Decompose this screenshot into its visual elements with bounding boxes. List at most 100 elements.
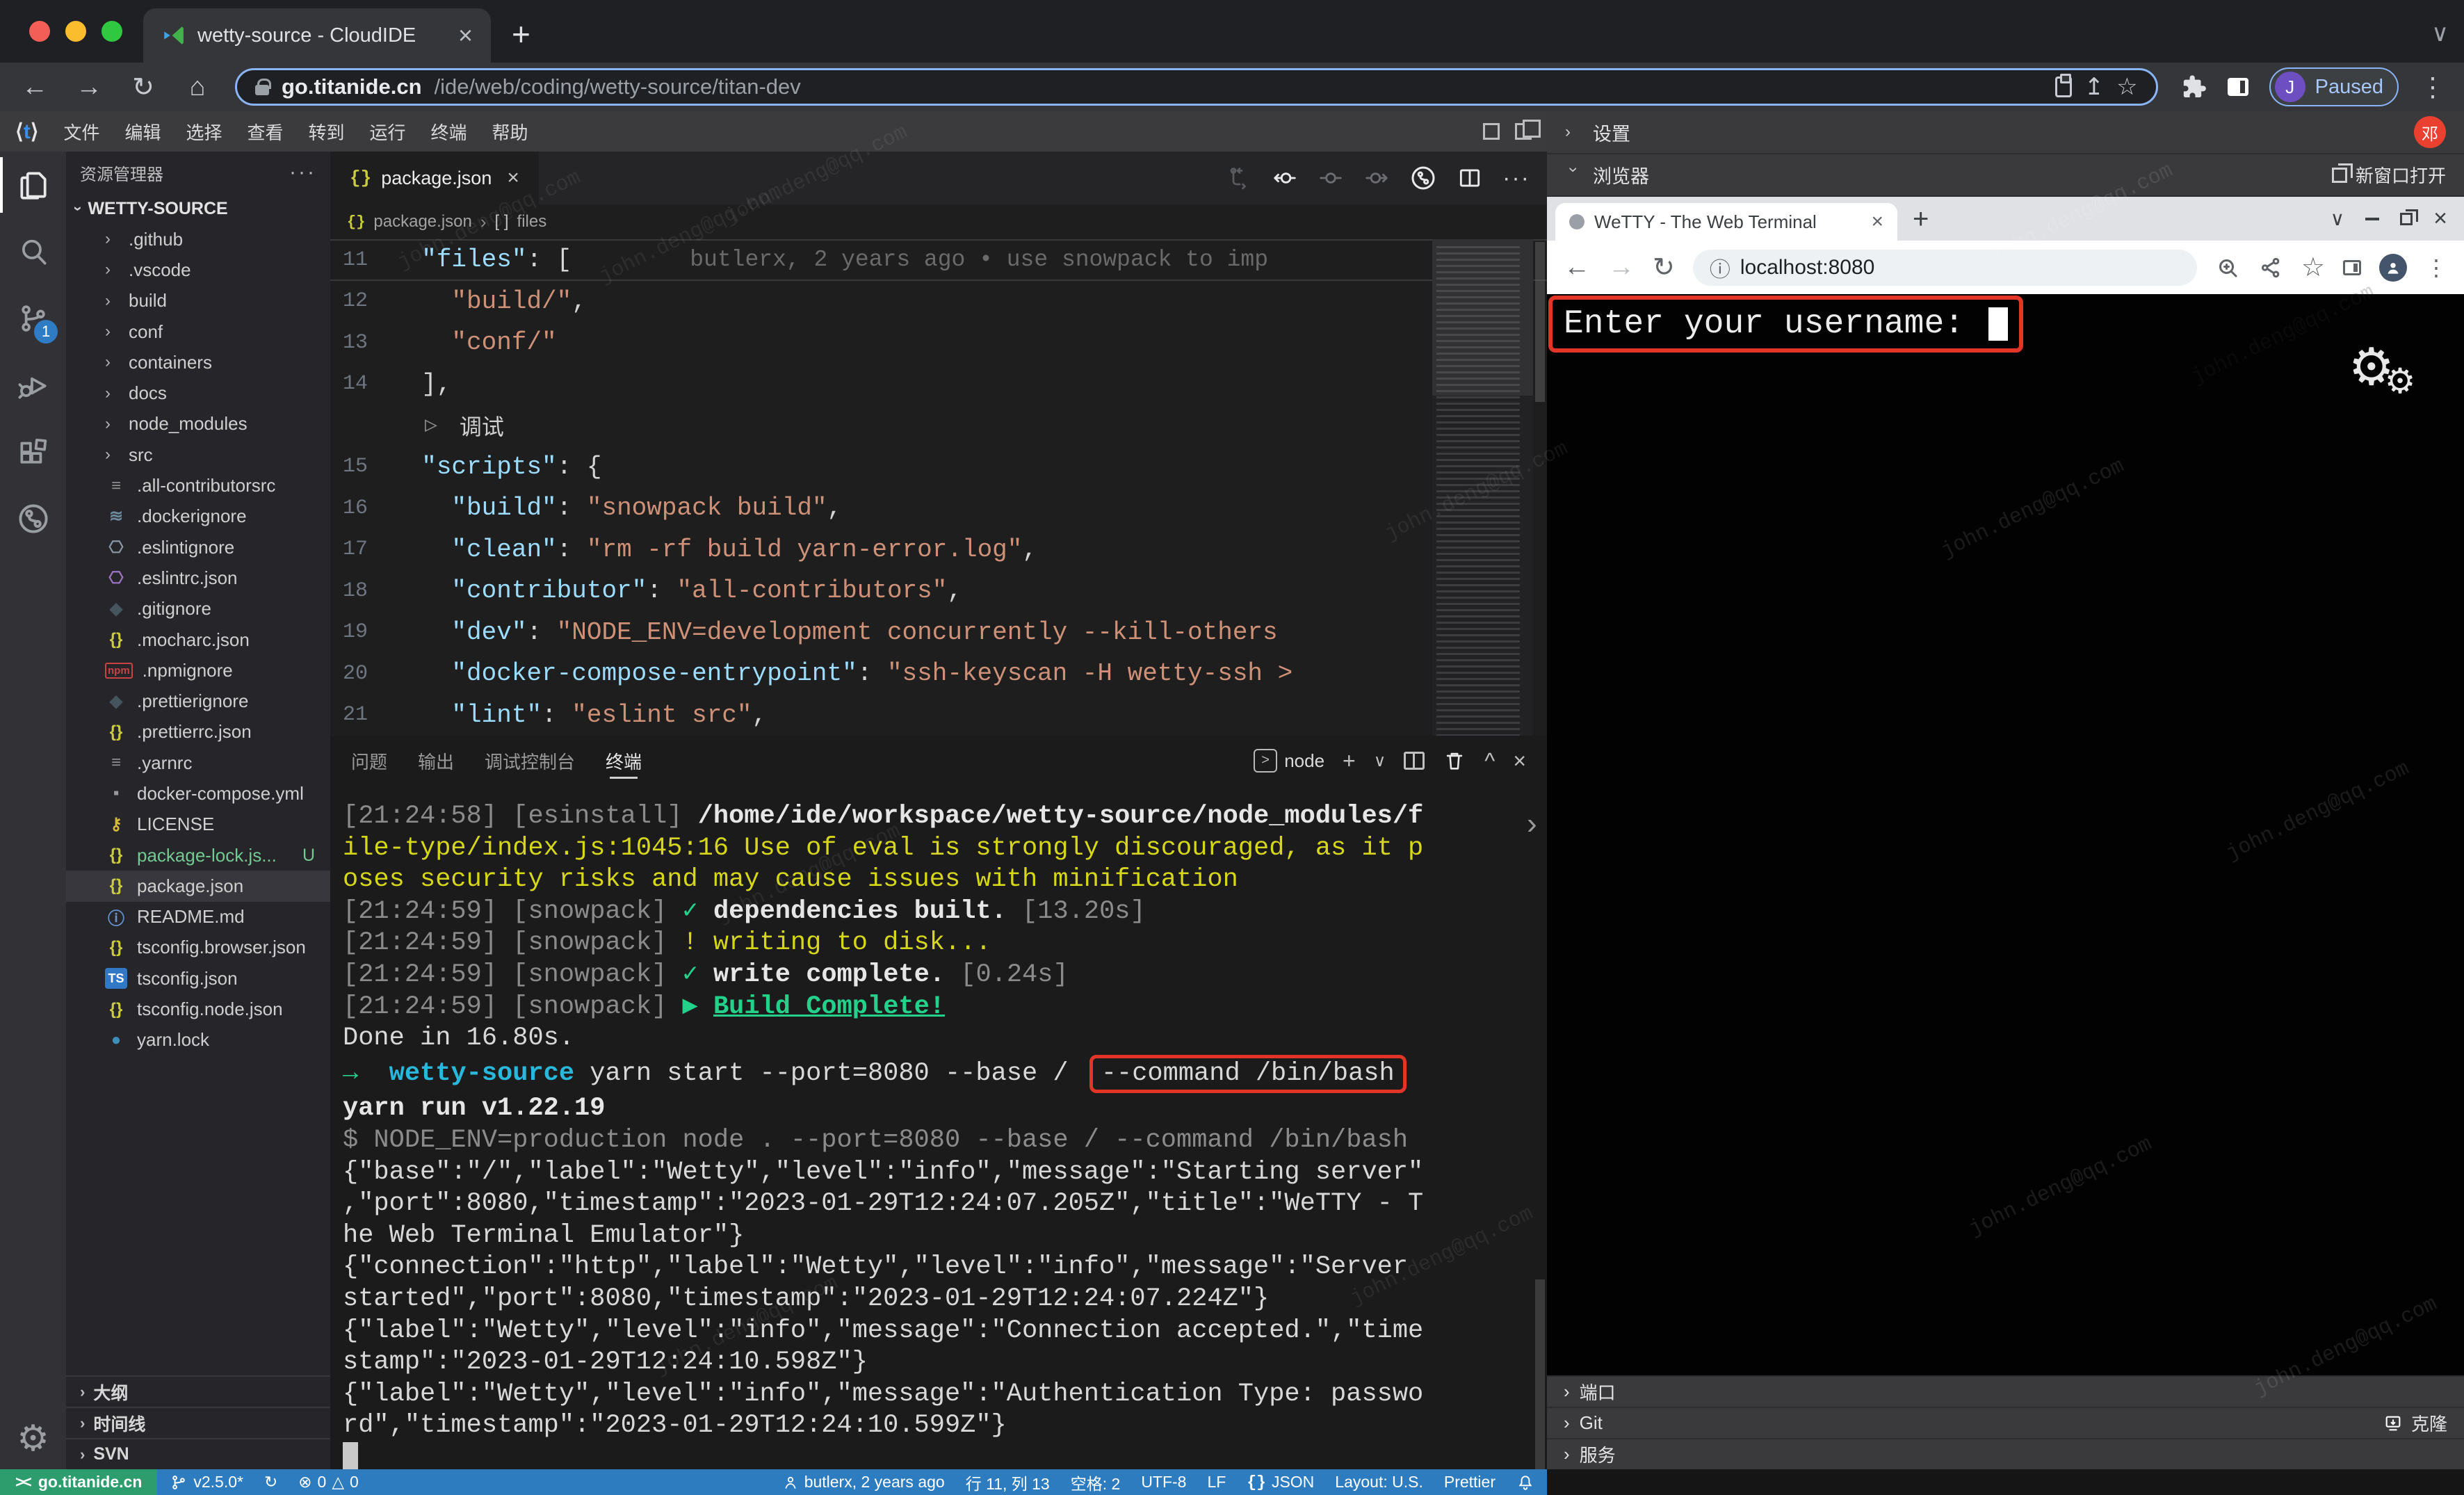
tree-item-.eslintrc.json[interactable]: ⎔.eslintrc.json (66, 563, 330, 593)
tree-item-.prettierignore[interactable]: ◆.prettierignore (66, 686, 330, 716)
activity-remote-branch[interactable] (0, 485, 66, 552)
tree-item-.yarnrc[interactable]: ≡.yarnrc (66, 748, 330, 778)
tree-item-.mocharc.json[interactable]: {}.mocharc.json (66, 624, 330, 655)
tree-item-.vscode[interactable]: ›.vscode (66, 254, 330, 285)
terminal-scrollbar[interactable] (1535, 1279, 1545, 1469)
panel-expand-chevron-icon[interactable]: › (1527, 807, 1537, 841)
menu-item-选择[interactable]: 选择 (186, 119, 222, 145)
mini-new-tab-icon[interactable]: + (1913, 204, 1929, 235)
reload-icon[interactable]: ↻ (127, 72, 160, 103)
code-line-17[interactable]: 17 "clean": "rm -rf build yarn-error.log… (330, 529, 1547, 571)
activity-search[interactable] (0, 218, 66, 285)
tree-item-.npmignore[interactable]: npm.npmignore (66, 655, 330, 686)
tree-item-containers[interactable]: ›containers (66, 347, 330, 378)
activity-explorer[interactable] (0, 152, 66, 218)
panel-tab-问题[interactable]: 问题 (351, 736, 387, 786)
manage-gear-icon[interactable]: ⚙ (0, 1418, 66, 1460)
section-browser[interactable]: › 浏览器 新窗口打开 (1547, 154, 2464, 197)
breadcrumb-node[interactable]: files (517, 212, 547, 232)
code-fold-row[interactable]: ▷ 调试 (330, 405, 1547, 446)
site-info-icon[interactable]: ⓘ (1710, 252, 1731, 283)
tree-item-docs[interactable]: ›docs (66, 378, 330, 408)
code-line-14[interactable]: 14 ], (330, 364, 1547, 405)
terminal-dropdown-chevron-icon[interactable]: ∨ (1374, 751, 1386, 771)
tree-item-tsconfig.browser.json[interactable]: {}tsconfig.browser.json (66, 932, 330, 963)
back-icon[interactable]: ← (18, 72, 51, 102)
mini-reload-icon[interactable]: ↻ (1653, 252, 1675, 283)
menu-item-帮助[interactable]: 帮助 (492, 119, 528, 145)
panel-tab-输出[interactable]: 输出 (418, 736, 454, 786)
clone-button[interactable]: 克隆 (2383, 1410, 2447, 1436)
prev-change-icon[interactable] (1272, 165, 1298, 191)
tree-item-README.md[interactable]: ⓘREADME.md (66, 902, 330, 932)
indent-setting[interactable]: 空格: 2 (1071, 1471, 1121, 1494)
home-icon[interactable]: ⌂ (181, 72, 214, 102)
tree-item-LICENSE[interactable]: ⚷LICENSE (66, 809, 330, 840)
split-editor-icon[interactable] (1457, 165, 1483, 191)
panel-tab-终端[interactable]: 终端 (606, 736, 642, 786)
code-line-18[interactable]: 18 "contributor": "all-contributors", (330, 570, 1547, 612)
maximize-panel-icon[interactable]: ^ (1484, 748, 1495, 774)
minimize-window-button[interactable] (65, 21, 86, 42)
branch-indicator[interactable]: v2.5.0* (170, 1473, 243, 1492)
encoding[interactable]: UTF-8 (1141, 1473, 1186, 1492)
activity-extensions[interactable] (0, 419, 66, 485)
tree-item-.gitignore[interactable]: ◆.gitignore (66, 594, 330, 624)
extensions-puzzle-icon[interactable] (2179, 73, 2207, 101)
sidebar-section-时间线[interactable]: ›时间线 (66, 1407, 330, 1438)
next-change-icon[interactable] (1363, 165, 1390, 191)
notifications-bell-icon[interactable] (1516, 1473, 1534, 1492)
tree-item-docker-compose.yml[interactable]: ▪docker-compose.yml (66, 778, 330, 809)
mini-back-icon[interactable]: ← (1564, 252, 1590, 282)
bookmark-star-icon[interactable]: ☆ (2116, 73, 2137, 101)
code-line-21[interactable]: 21 "lint": "eslint src", (330, 695, 1547, 736)
right-section-服务[interactable]: ›服务 (1547, 1438, 2464, 1469)
mini-profile-avatar[interactable] (2379, 254, 2407, 282)
split-terminal-icon[interactable] (1404, 752, 1425, 770)
mini-menu-kebab-icon[interactable]: ⋮ (2425, 254, 2447, 281)
eol[interactable]: LF (1207, 1473, 1226, 1492)
language-mode[interactable]: {}JSON (1247, 1473, 1314, 1492)
forward-icon[interactable]: → (72, 72, 106, 102)
close-window-button[interactable] (29, 21, 50, 42)
user-avatar[interactable]: 邓 (2414, 116, 2446, 148)
sidebar-section-SVN[interactable]: ›SVN (66, 1438, 330, 1469)
tree-item-yarn.lock[interactable]: ●yarn.lock (66, 1025, 330, 1056)
problems-indicator[interactable]: ⊗0 △0 (298, 1473, 359, 1492)
chevron-down-icon[interactable]: ∨ (2331, 207, 2345, 230)
panel-tab-调试控制台[interactable]: 调试控制台 (485, 736, 575, 786)
wetty-settings-gears-icon[interactable]: ⚙⚙ (2349, 337, 2394, 397)
timeline-branch-icon[interactable] (1409, 164, 1437, 192)
tree-item-.eslintignore[interactable]: ⎔.eslintignore (66, 532, 330, 563)
side-panel-icon[interactable] (2228, 78, 2248, 96)
tree-item-tsconfig.json[interactable]: TStsconfig.json (66, 963, 330, 994)
lock-icon[interactable] (255, 85, 269, 95)
tree-item-.github[interactable]: ›.github (66, 224, 330, 254)
tree-item-tsconfig.node.json[interactable]: {}tsconfig.node.json (66, 994, 330, 1024)
code-line-20[interactable]: 20 "docker-compose-entrypoint": "ssh-key… (330, 653, 1547, 695)
mini-tab-close-icon[interactable]: × (1871, 210, 1883, 234)
editor-scrollbar[interactable] (1533, 239, 1547, 736)
editor-tab-package-json[interactable]: {} package.json × (330, 152, 539, 204)
breadcrumb-file[interactable]: package.json (373, 212, 471, 232)
tree-item-.dockerignore[interactable]: ≋.dockerignore (66, 501, 330, 532)
browser-menu-kebab-icon[interactable]: ⋮ (2420, 72, 2446, 103)
minimap-slider[interactable] (1432, 239, 1533, 396)
activity-source-control[interactable]: 1 (0, 285, 66, 352)
formatter[interactable]: Prettier (1444, 1473, 1496, 1492)
remote-indicator[interactable]: >< go.titanide.cn (0, 1469, 157, 1495)
sync-icon[interactable]: ↻ (264, 1473, 277, 1492)
zoom-icon[interactable] (2215, 255, 2240, 280)
layout-toggle-icon[interactable] (1515, 123, 1532, 140)
kill-terminal-trash-icon[interactable] (1443, 749, 1466, 773)
shell-selector[interactable]: > node (1254, 749, 1324, 773)
tree-item-package-lock.js...[interactable]: {}package-lock.js...U (66, 840, 330, 871)
menu-item-终端[interactable]: 终端 (431, 119, 467, 145)
right-section-端口[interactable]: ›端口 (1547, 1375, 2464, 1407)
sidebar-more-icon[interactable]: ··· (289, 161, 316, 184)
tab-search-chevron-icon[interactable]: ∨ (2431, 19, 2449, 47)
menu-item-运行[interactable]: 运行 (370, 119, 406, 145)
side-panel-icon[interactable] (2343, 260, 2361, 275)
fold-chevron-icon[interactable]: ▷ (425, 412, 437, 438)
tree-item-node_modules[interactable]: ›node_modules (66, 409, 330, 439)
